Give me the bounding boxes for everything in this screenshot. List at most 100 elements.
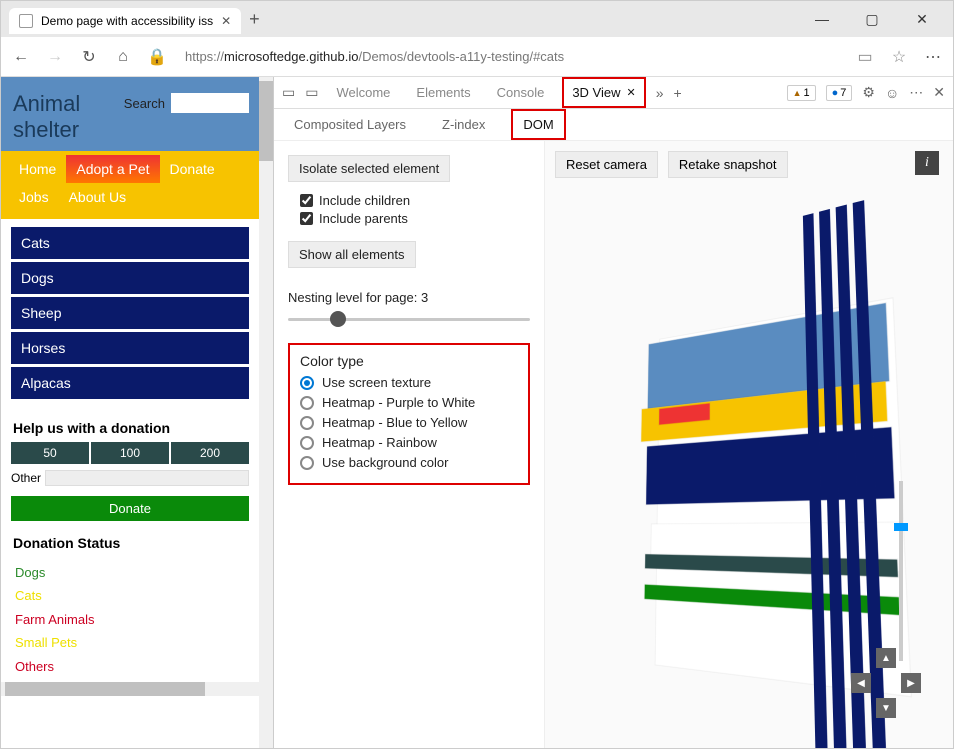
feedback-icon[interactable]: ☺ — [885, 85, 899, 101]
color-type-heading: Color type — [300, 353, 518, 369]
amount-button[interactable]: 200 — [171, 442, 249, 464]
dpad-down[interactable]: ▼ — [876, 698, 896, 718]
isolate-button[interactable]: Isolate selected element — [288, 155, 450, 182]
minimize-button[interactable]: — — [807, 11, 837, 28]
3d-viewport[interactable]: Reset camera Retake snapshot i — [544, 141, 953, 748]
zoom-slider[interactable] — [899, 481, 903, 661]
reader-icon[interactable]: ▭ — [855, 47, 875, 67]
window-controls: — ▢ ✕ — [807, 11, 945, 28]
include-children-checkbox[interactable]: Include children — [300, 193, 530, 208]
url-field[interactable]: https://microsoftedge.github.io/Demos/de… — [181, 45, 841, 68]
url-scheme: https:// — [185, 49, 224, 64]
forward-button[interactable]: → — [45, 48, 65, 66]
hero-search: Search — [124, 93, 249, 113]
dpad-right[interactable]: ▶ — [901, 673, 921, 693]
other-amount-input[interactable] — [45, 470, 249, 486]
main-nav: Home Adopt a Pet Donate Jobs About Us — [1, 151, 259, 219]
color-option[interactable]: Use screen texture — [300, 375, 518, 390]
status-item: Cats — [15, 584, 245, 607]
donate-button[interactable]: Donate — [11, 496, 249, 521]
radio-label: Heatmap - Purple to White — [322, 395, 475, 410]
show-all-button[interactable]: Show all elements — [288, 241, 416, 268]
browser-tab[interactable]: Demo page with accessibility iss ✕ — [9, 8, 241, 34]
more-icon[interactable]: ⋯ — [923, 47, 943, 67]
tab-3d-view[interactable]: 3D View ✕ — [562, 77, 645, 108]
animal-list: Cats Dogs Sheep Horses Alpacas — [1, 219, 259, 410]
list-item[interactable]: Horses — [11, 332, 249, 364]
radio-label: Use background color — [322, 455, 448, 470]
amount-button[interactable]: 100 — [91, 442, 169, 464]
device-icon[interactable]: ▭ — [305, 84, 318, 101]
tab-close-icon[interactable]: ✕ — [627, 86, 636, 99]
list-item[interactable]: Sheep — [11, 297, 249, 329]
tab-elements[interactable]: Elements — [408, 79, 478, 106]
list-item[interactable]: Dogs — [11, 262, 249, 294]
devtools-toolbar: ▭ ▭ Welcome Elements Console 3D View ✕ »… — [274, 77, 953, 109]
close-devtools-icon[interactable]: ✕ — [933, 84, 945, 101]
amount-button[interactable]: 50 — [11, 442, 89, 464]
back-button[interactable]: ← — [11, 48, 31, 66]
favorite-icon[interactable]: ☆ — [889, 47, 909, 67]
issues-badge[interactable]: 1 — [787, 85, 816, 101]
more-tabs-icon[interactable]: » — [656, 85, 664, 101]
retake-snapshot-button[interactable]: Retake snapshot — [668, 151, 788, 178]
reset-camera-button[interactable]: Reset camera — [555, 151, 658, 178]
site-info-icon[interactable]: 🔒 — [147, 47, 167, 67]
home-button[interactable]: ⌂ — [113, 48, 133, 66]
checkbox[interactable] — [300, 212, 313, 225]
add-tab-icon[interactable]: + — [674, 85, 682, 101]
settings-icon[interactable]: ⚙ — [862, 84, 875, 101]
hero: Animal shelter Search — [1, 77, 259, 151]
tab-console[interactable]: Console — [489, 79, 553, 106]
rendered-page: Animal shelter Search Home Adopt a Pet D… — [1, 77, 259, 748]
donation-amounts: 50 100 200 — [1, 442, 259, 464]
kebab-icon[interactable]: ⋯ — [909, 84, 923, 101]
color-option[interactable]: Heatmap - Purple to White — [300, 395, 518, 410]
nav-jobs[interactable]: Jobs — [9, 183, 59, 211]
checkbox[interactable] — [300, 194, 313, 207]
nav-adopt[interactable]: Adopt a Pet — [66, 155, 159, 183]
status-item: Farm Animals — [15, 608, 245, 631]
list-item[interactable]: Cats — [11, 227, 249, 259]
radio-label: Use screen texture — [322, 375, 431, 390]
list-item[interactable]: Alpacas — [11, 367, 249, 399]
dpad-left[interactable]: ◀ — [851, 673, 871, 693]
h-scrollbar[interactable] — [1, 682, 259, 696]
status-heading: Donation Status — [1, 525, 259, 557]
tab-welcome[interactable]: Welcome — [328, 79, 398, 106]
dpad-up[interactable]: ▲ — [876, 648, 896, 668]
nav-home[interactable]: Home — [9, 155, 66, 183]
checkbox-label: Include children — [319, 193, 410, 208]
search-input[interactable] — [171, 93, 249, 113]
refresh-button[interactable]: ↻ — [79, 47, 99, 67]
titlebar: Demo page with accessibility iss ✕ + — ▢… — [1, 1, 953, 37]
inspect-icon[interactable]: ▭ — [282, 84, 295, 101]
subtab-dom[interactable]: DOM — [511, 109, 565, 140]
devtools-subtabs: Composited Layers Z-index DOM — [274, 109, 953, 141]
nesting-slider[interactable] — [288, 311, 530, 329]
status-list: Dogs Cats Farm Animals Small Pets Others — [1, 557, 259, 682]
browser-window: Demo page with accessibility iss ✕ + — ▢… — [0, 0, 954, 749]
close-window-button[interactable]: ✕ — [907, 11, 937, 28]
subtab-zindex[interactable]: Z-index — [432, 111, 495, 138]
tab-3d-view-label: 3D View — [572, 85, 620, 100]
donation-heading: Help us with a donation — [1, 410, 259, 442]
include-parents-checkbox[interactable]: Include parents — [300, 211, 530, 226]
radio-icon — [300, 456, 314, 470]
tab-close-icon[interactable]: ✕ — [221, 14, 231, 28]
new-tab-button[interactable]: + — [249, 9, 260, 30]
url-host: microsoftedge.github.io — [224, 49, 358, 64]
radio-label: Heatmap - Rainbow — [322, 435, 437, 450]
maximize-button[interactable]: ▢ — [857, 11, 887, 28]
info-icon[interactable]: i — [915, 151, 939, 175]
color-option[interactable]: Use background color — [300, 455, 518, 470]
messages-badge[interactable]: 7 — [826, 85, 853, 101]
status-item: Others — [15, 655, 245, 678]
status-item: Dogs — [15, 561, 245, 584]
nav-donate[interactable]: Donate — [160, 155, 225, 183]
color-option[interactable]: Heatmap - Blue to Yellow — [300, 415, 518, 430]
nav-about[interactable]: About Us — [59, 183, 137, 211]
v-scrollbar[interactable] — [259, 77, 273, 748]
color-option[interactable]: Heatmap - Rainbow — [300, 435, 518, 450]
subtab-composited[interactable]: Composited Layers — [284, 111, 416, 138]
